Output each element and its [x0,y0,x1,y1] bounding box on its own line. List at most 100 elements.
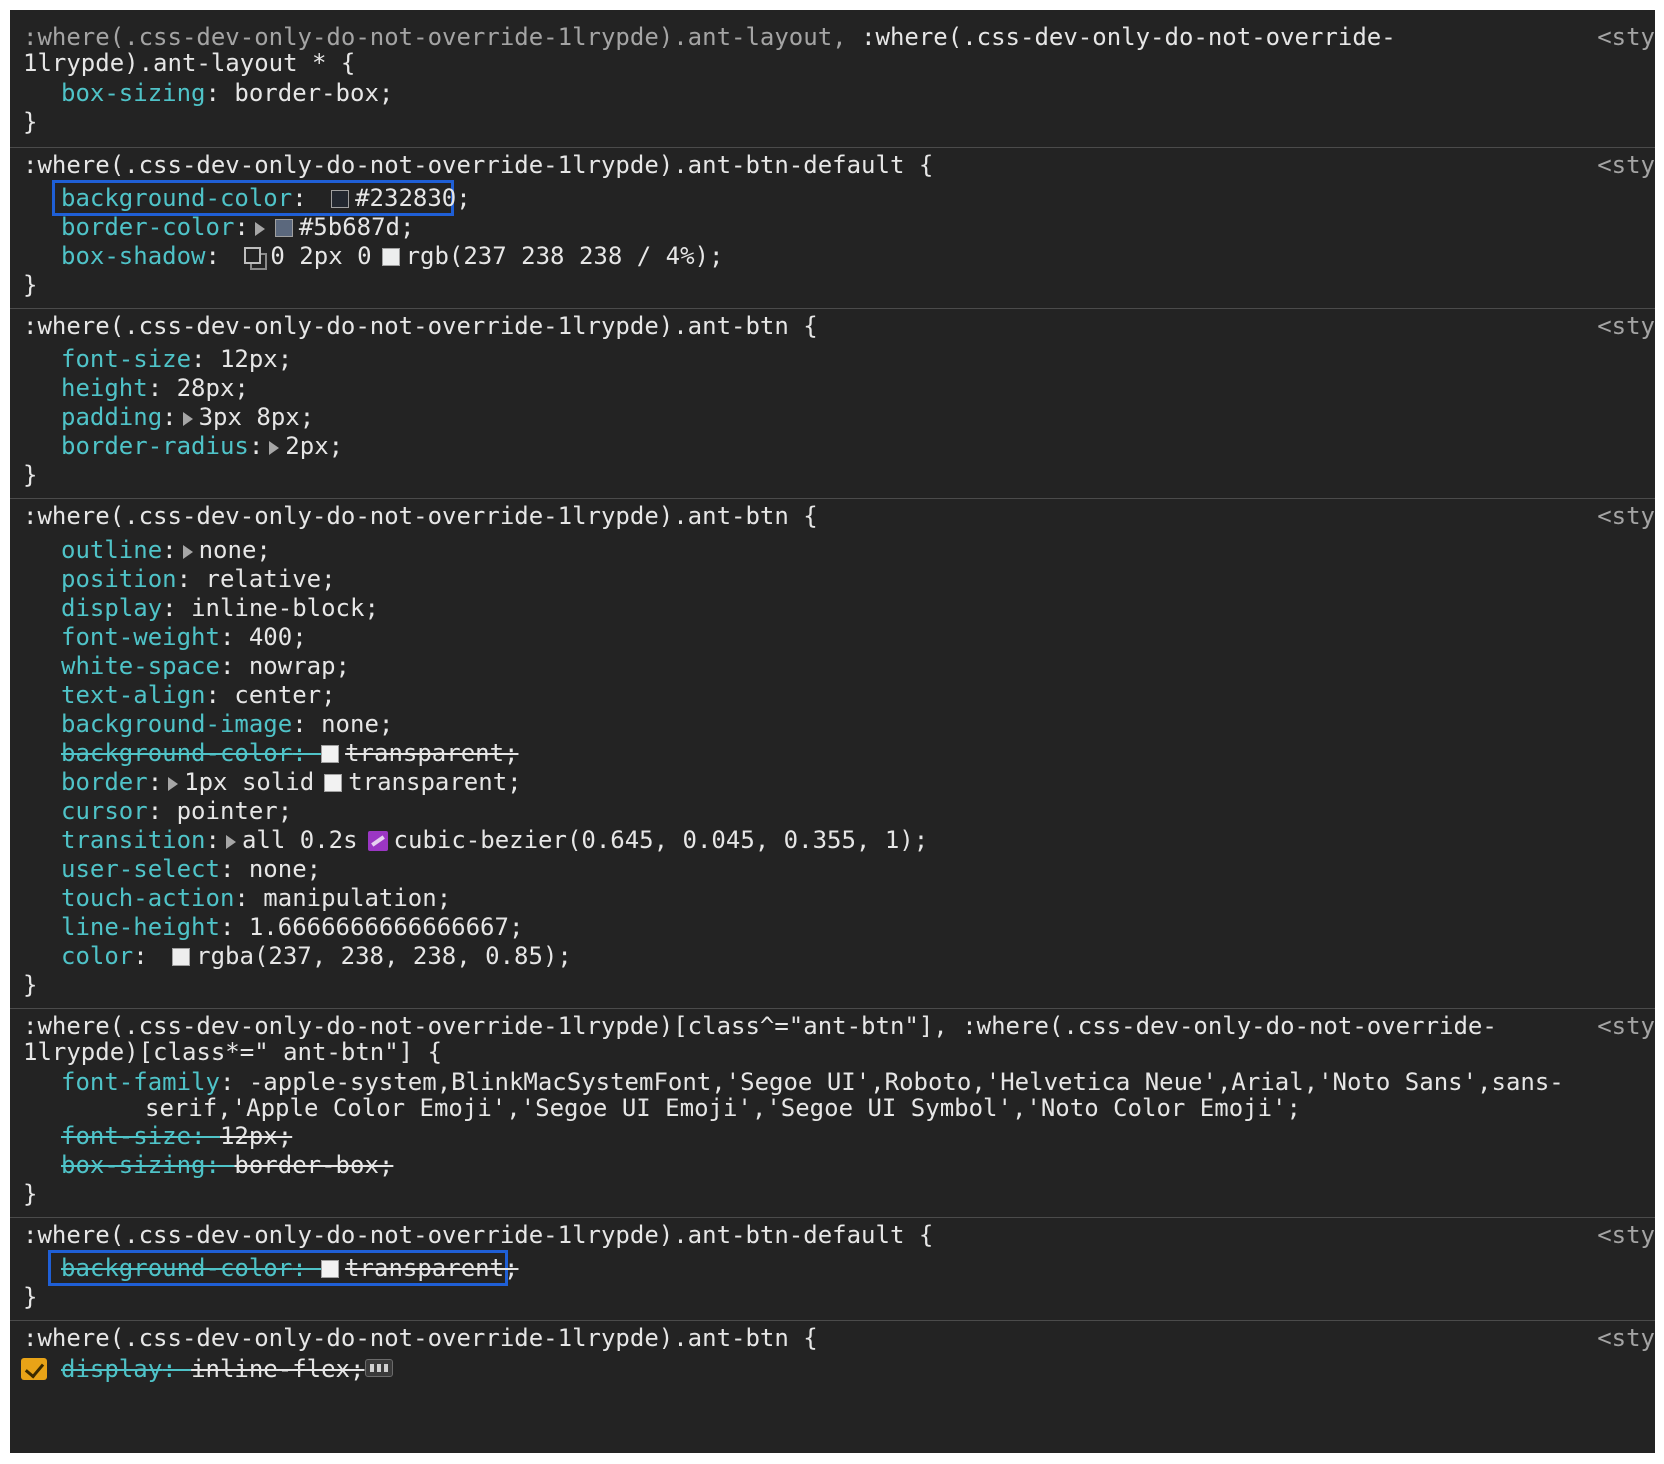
property-value[interactable]: 0 2px 0 [270,242,371,270]
warning-icon[interactable] [21,1358,47,1380]
declaration[interactable]: line-height: 1.6666666666666667; [61,912,523,942]
declaration-overridden[interactable]: display: inline-flex; [61,1354,364,1384]
property-value[interactable]: #232830; [355,184,471,212]
property-name[interactable]: background-image [61,710,292,738]
property-name[interactable]: background-color [61,739,292,767]
declaration[interactable]: height: 28px; [61,373,249,403]
flex-editor-icon[interactable] [365,1359,393,1377]
property-name[interactable]: border [61,768,148,796]
rule-selector[interactable]: :where(.css-dev-only-do-not-override-1lr… [23,150,933,180]
property-value[interactable]: transparent; [348,768,521,796]
rule-selector[interactable]: :where(.css-dev-only-do-not-override-1lr… [23,1323,818,1353]
declaration[interactable]: outline: none; [61,535,271,565]
property-value[interactable]: inline-flex; [191,1355,364,1383]
property-value[interactable]: 12px; [220,345,292,373]
declaration-overridden[interactable]: background-color: transparent; [61,1253,518,1283]
declaration[interactable]: font-size: 12px; [61,344,292,374]
declaration[interactable]: color: rgba(237, 238, 238, 0.85); [61,941,572,971]
property-value[interactable]: border-box; [234,79,393,107]
property-name[interactable]: font-weight [61,623,220,651]
color-swatch-icon[interactable] [324,774,343,792]
rule-selector[interactable]: :where(.css-dev-only-do-not-override-1lr… [23,311,818,341]
declaration[interactable]: transition: all 0.2s cubic-bezier(0.645, 0… [61,825,928,855]
rule-selector[interactable]: :where(.css-dev-only-do-not-override-1lr… [23,1220,933,1250]
property-value[interactable]: 28px; [177,374,249,402]
declaration[interactable]: box-shadow: 0 2px 0 rgb(237 238 238 / 4%)… [61,241,723,271]
declaration[interactable]: display: inline-block; [61,593,379,623]
property-name[interactable]: user-select [61,855,220,883]
rule-selector-cont[interactable]: 1lrypde)[class*=" ant-btn"] { [23,1037,442,1067]
property-name[interactable]: font-size [61,345,191,373]
expand-triangle-icon[interactable] [182,545,193,559]
rule-source-link[interactable]: <sty [1597,501,1655,531]
declaration[interactable]: background-color: #232830; [61,183,471,213]
color-swatch-icon[interactable] [331,190,350,208]
declaration[interactable]: background-image: none; [61,709,393,739]
property-name[interactable]: touch-action [61,884,234,912]
property-value[interactable]: transparent; [345,1254,518,1282]
property-value[interactable]: manipulation; [263,884,451,912]
property-name[interactable]: white-space [61,652,220,680]
property-name[interactable]: line-height [61,913,220,941]
declaration[interactable]: touch-action: manipulation; [61,883,451,913]
rule-source-link[interactable]: <sty [1597,311,1655,341]
property-name[interactable]: color [61,942,133,970]
declaration[interactable]: position: relative; [61,564,336,594]
rule-selector-cont[interactable]: 1lrypde).ant-layout * { [23,48,355,78]
property-value[interactable]: none; [249,855,321,883]
declaration[interactable]: user-select: none; [61,854,321,884]
property-value[interactable]: 1.6666666666666667; [249,913,524,941]
declaration[interactable]: padding: 3px 8px; [61,402,314,432]
rule-source-link[interactable]: <sty [1597,22,1655,52]
expand-triangle-icon[interactable] [182,412,193,426]
property-value[interactable]: -apple-system,BlinkMacSystemFont,'Segoe … [249,1068,1564,1096]
property-name[interactable]: background-color [61,184,292,212]
property-value[interactable]: 400; [249,623,307,651]
property-name[interactable]: outline [61,536,162,564]
declaration[interactable]: cursor: pointer; [61,796,292,826]
color-swatch-icon[interactable] [321,1260,340,1278]
declaration[interactable]: border: 1px solid transparent; [61,767,522,797]
property-name[interactable]: display [61,594,162,622]
property-value[interactable]: 2px; [285,432,343,460]
declaration-continuation[interactable]: serif,'Apple Color Emoji','Segoe UI Emoj… [145,1093,1301,1123]
property-value[interactable]: border-box; [234,1151,393,1179]
color-swatch-icon[interactable] [172,948,191,966]
color-swatch-icon[interactable] [274,219,293,237]
expand-triangle-icon[interactable] [269,441,280,455]
expand-triangle-icon[interactable] [168,777,179,791]
property-name[interactable]: padding [61,403,162,431]
property-value[interactable]: relative; [206,565,336,593]
declaration[interactable]: white-space: nowrap; [61,651,350,681]
rule-selector[interactable]: :where(.css-dev-only-do-not-override-1lr… [23,501,818,531]
color-swatch-icon[interactable] [321,745,340,763]
property-name[interactable]: font-family [61,1068,220,1096]
property-name[interactable]: font-size [61,1122,191,1150]
property-value[interactable]: inline-block; [191,594,379,622]
property-name[interactable]: display [61,1355,162,1383]
property-value[interactable]: cubic-bezier(0.645, 0.045, 0.355, 1); [394,826,929,854]
property-name[interactable]: border-radius [61,432,249,460]
property-name[interactable]: transition [61,826,206,854]
property-name[interactable]: border-color [61,213,234,241]
declaration-overridden[interactable]: font-size: 12px; [61,1121,292,1151]
property-value[interactable]: 12px; [220,1122,292,1150]
property-name[interactable]: position [61,565,177,593]
property-value[interactable]: 1px solid [184,768,314,796]
property-value[interactable]: all 0.2s [242,826,358,854]
property-value[interactable]: rgba(237, 238, 238, 0.85); [196,942,572,970]
declaration-overridden[interactable]: box-sizing: border-box; [61,1150,393,1180]
declaration[interactable]: font-weight: 400; [61,622,307,652]
property-name[interactable]: background-color [61,1254,292,1282]
color-swatch-icon[interactable] [381,248,400,266]
rule-source-link[interactable]: <sty [1597,1323,1655,1353]
rule-source-link[interactable]: <sty [1597,1011,1655,1041]
property-value[interactable]: none; [199,536,271,564]
property-value[interactable]: pointer; [177,797,293,825]
property-value[interactable]: center; [234,681,335,709]
bezier-editor-icon[interactable] [367,831,388,851]
property-name[interactable]: box-shadow [61,242,206,270]
declaration[interactable]: border-radius: 2px; [61,431,343,461]
shadow-editor-icon[interactable] [244,247,268,270]
property-name[interactable]: cursor [61,797,148,825]
